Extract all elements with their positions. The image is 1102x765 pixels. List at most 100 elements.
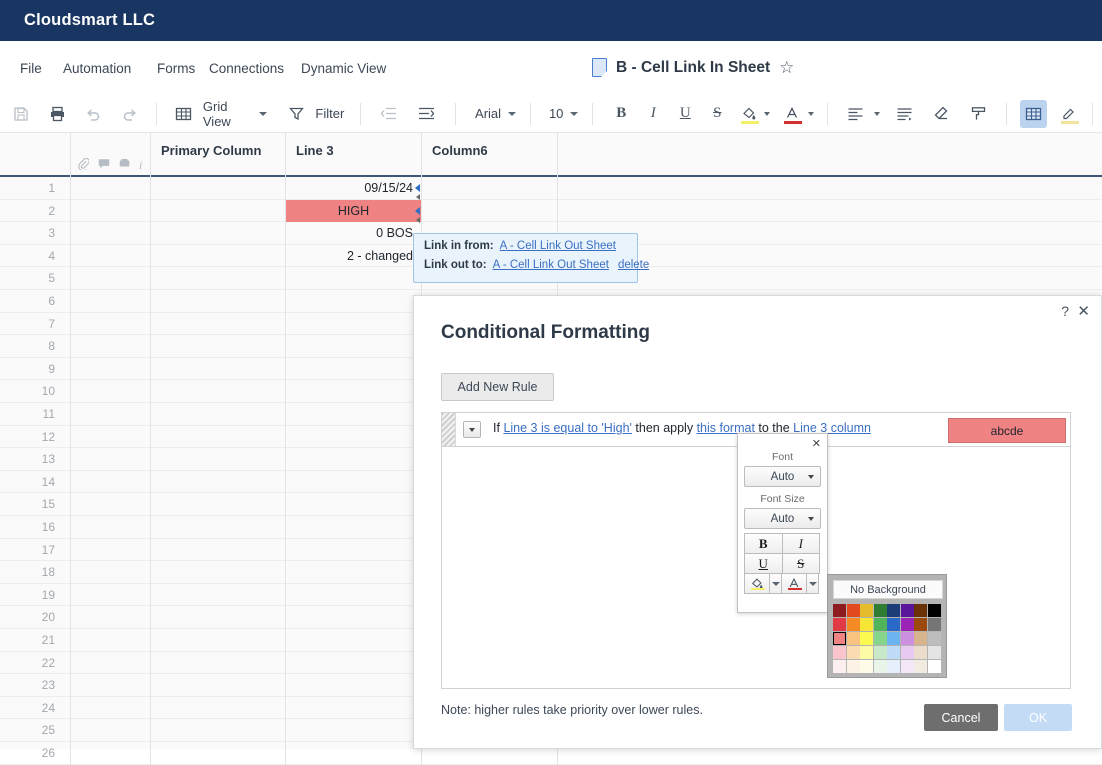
attachment-icon[interactable] xyxy=(78,157,90,173)
funnel-icon[interactable] xyxy=(283,100,309,128)
color-swatch[interactable] xyxy=(900,645,914,660)
popup-strikethrough-button[interactable]: S xyxy=(781,553,820,574)
color-swatch[interactable] xyxy=(927,604,941,618)
link-out-sheet-link[interactable]: A - Cell Link Out Sheet xyxy=(493,259,609,271)
popup-text-color-dropdown[interactable] xyxy=(806,573,819,594)
color-swatch[interactable] xyxy=(833,617,846,632)
color-swatch[interactable] xyxy=(887,645,900,660)
filter-label[interactable]: Filter xyxy=(315,106,344,121)
close-icon[interactable]: ✕ xyxy=(812,437,821,450)
add-new-rule-button[interactable]: Add New Rule xyxy=(441,373,554,401)
ok-button[interactable]: OK xyxy=(1004,704,1072,731)
color-swatch[interactable] xyxy=(873,645,887,660)
color-swatch[interactable] xyxy=(860,631,873,646)
print-icon[interactable] xyxy=(44,100,70,128)
grid-toggle-icon[interactable] xyxy=(1020,99,1047,128)
italic-button[interactable]: I xyxy=(640,100,666,128)
menu-item-automation[interactable]: Automation xyxy=(63,61,131,76)
color-swatch[interactable] xyxy=(900,659,914,674)
no-background-option[interactable]: No Background xyxy=(833,580,943,599)
color-swatch[interactable] xyxy=(927,645,941,660)
font-size-select[interactable]: Auto xyxy=(744,508,821,529)
strikethrough-button[interactable]: S xyxy=(704,100,730,128)
rule-menu-button[interactable] xyxy=(463,421,481,438)
color-swatch[interactable] xyxy=(860,604,873,618)
color-swatch[interactable] xyxy=(846,659,860,674)
info-icon[interactable]: i xyxy=(139,158,142,173)
color-swatch[interactable] xyxy=(887,631,900,646)
grid-cell[interactable]: 2 - changed xyxy=(286,245,421,268)
color-swatch[interactable] xyxy=(860,645,873,660)
color-swatch[interactable] xyxy=(846,617,860,632)
column-header-column6[interactable]: Column6 xyxy=(421,133,557,177)
color-swatch[interactable] xyxy=(927,631,941,646)
color-swatch[interactable] xyxy=(833,659,846,674)
color-swatch[interactable] xyxy=(914,631,927,646)
color-swatch[interactable] xyxy=(833,604,846,618)
color-swatch[interactable] xyxy=(914,659,927,674)
color-swatch[interactable] xyxy=(914,604,927,618)
color-swatch[interactable] xyxy=(860,659,873,674)
grid-cell[interactable]: 0 BOS xyxy=(286,222,421,245)
popup-italic-button[interactable]: I xyxy=(781,533,820,554)
undo-icon[interactable] xyxy=(80,100,106,128)
bold-button[interactable]: B xyxy=(608,100,634,128)
cell-link-indicator-icon[interactable] xyxy=(415,184,420,192)
redo-icon[interactable] xyxy=(116,100,142,128)
color-swatch[interactable] xyxy=(927,659,941,674)
rule-condition-link[interactable]: Line 3 is equal to 'High' xyxy=(503,421,631,435)
color-swatch[interactable] xyxy=(846,604,860,618)
color-swatch[interactable] xyxy=(887,659,900,674)
underline-button[interactable]: U xyxy=(672,100,698,128)
color-swatch[interactable] xyxy=(873,604,887,618)
color-swatch[interactable] xyxy=(927,617,941,632)
grid-cell[interactable]: 09/15/24 xyxy=(286,177,421,200)
chevron-down-icon[interactable] xyxy=(259,111,268,116)
color-swatch[interactable] xyxy=(846,645,860,660)
comment-icon[interactable] xyxy=(98,158,110,173)
color-swatch[interactable] xyxy=(873,659,887,674)
color-swatch[interactable] xyxy=(914,617,927,632)
color-swatch[interactable] xyxy=(887,617,900,632)
popup-bold-button[interactable]: B xyxy=(744,533,783,554)
column-header-line-3[interactable]: Line 3 xyxy=(285,133,421,177)
close-icon[interactable]: ✕ xyxy=(1077,302,1090,320)
color-swatch[interactable] xyxy=(860,617,873,632)
menu-item-connections[interactable]: Connections xyxy=(209,61,284,76)
popup-fill-color-icon[interactable] xyxy=(744,573,770,594)
chevron-down-icon[interactable] xyxy=(873,111,880,116)
menu-item-file[interactable]: File xyxy=(20,61,42,76)
align-left-icon[interactable] xyxy=(843,100,869,128)
color-swatch[interactable] xyxy=(873,617,887,632)
fill-color-icon[interactable] xyxy=(738,101,760,127)
color-swatch[interactable] xyxy=(833,631,846,646)
menu-item-forms[interactable]: Forms xyxy=(157,61,195,76)
cancel-button[interactable]: Cancel xyxy=(924,704,998,731)
grid-cell[interactable]: HIGH xyxy=(286,199,421,223)
view-selector-label[interactable]: Grid View xyxy=(203,99,253,129)
chevron-down-icon[interactable] xyxy=(764,111,771,116)
cell-link-indicator-icon[interactable] xyxy=(415,206,420,215)
chevron-down-icon[interactable] xyxy=(570,111,579,116)
font-family-value[interactable]: Arial xyxy=(475,106,501,121)
save-icon[interactable] xyxy=(8,100,34,128)
table-row[interactable]: 2 xyxy=(0,200,1102,223)
delete-link[interactable]: delete xyxy=(618,259,649,271)
color-swatch[interactable] xyxy=(846,631,860,646)
table-row[interactable]: 1 xyxy=(0,177,1102,200)
link-in-sheet-link[interactable]: A - Cell Link Out Sheet xyxy=(500,240,616,252)
color-swatch[interactable] xyxy=(887,604,900,618)
drag-handle-icon[interactable] xyxy=(442,413,456,446)
grid-icon[interactable] xyxy=(171,100,197,128)
menu-item-dynamic-view[interactable]: Dynamic View xyxy=(301,61,386,76)
color-swatch[interactable] xyxy=(914,645,927,660)
column-header-primary-column[interactable]: Primary Column xyxy=(150,133,285,177)
highlighter-icon[interactable] xyxy=(1058,101,1079,127)
help-icon[interactable]: ? xyxy=(1061,303,1069,319)
color-swatch[interactable] xyxy=(873,631,887,646)
text-color-icon[interactable] xyxy=(781,101,803,127)
popup-underline-button[interactable]: U xyxy=(744,553,783,574)
indent-icon[interactable] xyxy=(413,100,439,128)
color-swatch[interactable] xyxy=(833,645,846,660)
color-swatch[interactable] xyxy=(900,604,914,618)
